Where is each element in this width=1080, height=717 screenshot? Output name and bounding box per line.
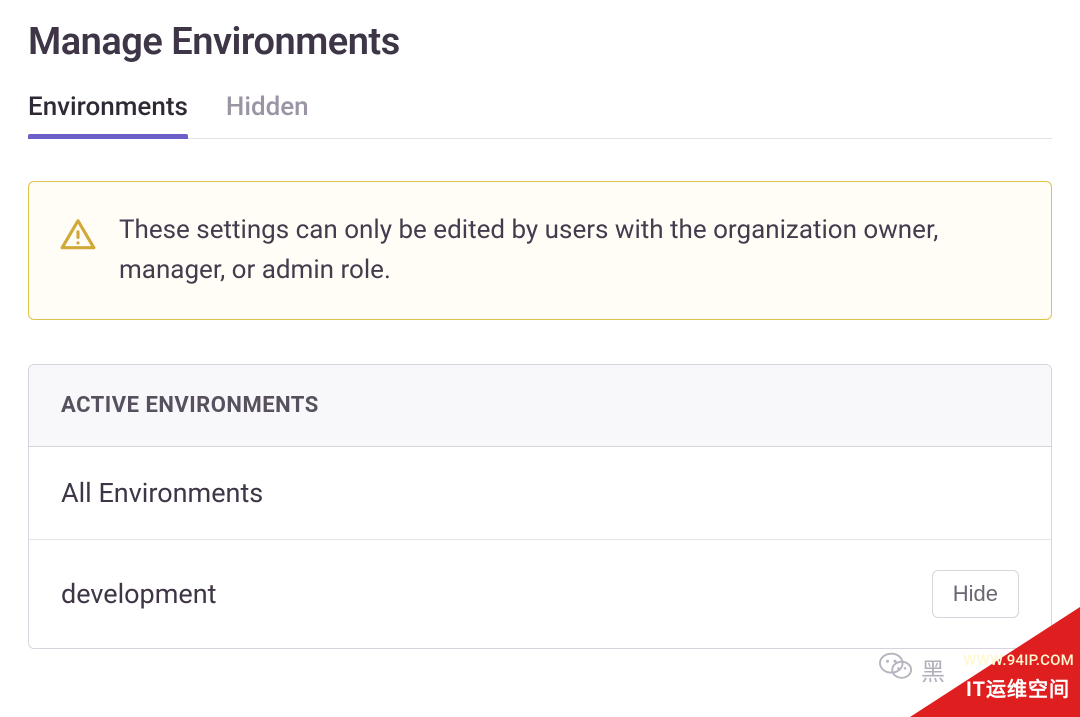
tab-label: Environments — [28, 92, 188, 122]
tab-environments[interactable]: Environments — [28, 92, 188, 138]
panel-header: ACTIVE ENVIRONMENTS — [29, 365, 1051, 447]
environment-row[interactable]: All Environments — [29, 447, 1051, 540]
environments-panel: ACTIVE ENVIRONMENTS All Environments dev… — [28, 364, 1052, 649]
page-title: Manage Environments — [28, 20, 1052, 64]
tab-label: Hidden — [226, 92, 309, 122]
warning-icon — [59, 210, 97, 258]
environment-name: All Environments — [61, 477, 263, 509]
environment-row[interactable]: development Hide — [29, 540, 1051, 648]
hide-button[interactable]: Hide — [932, 570, 1019, 618]
tabs: Environments Hidden — [28, 92, 1052, 139]
alert-text: These settings can only be edited by use… — [119, 210, 1021, 291]
permission-alert: These settings can only be edited by use… — [28, 181, 1052, 320]
environment-name: development — [61, 578, 216, 610]
watermark-brand: IT运维空间 — [966, 673, 1070, 702]
tab-hidden[interactable]: Hidden — [226, 92, 309, 138]
